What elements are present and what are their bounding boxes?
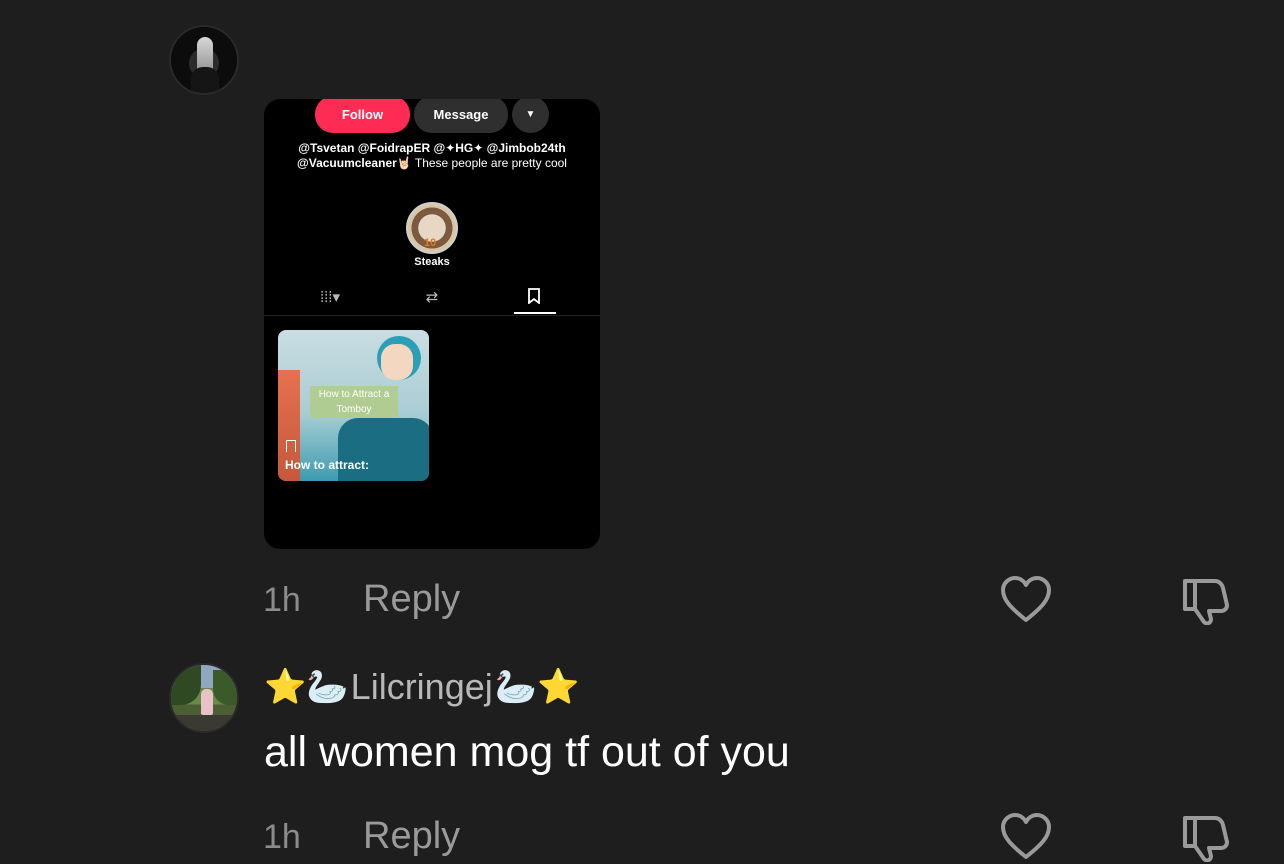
avatar-person — [201, 689, 213, 715]
bio-text: These people are pretty cool — [414, 156, 567, 170]
avatar-tree-left — [171, 665, 201, 705]
thumb-caption: How to attract: — [285, 458, 369, 472]
reply-button[interactable]: Reply — [363, 578, 460, 621]
dropdown-arrow-icon: ▼ — [512, 99, 549, 133]
tab-active-underline — [514, 312, 556, 314]
username-text: Lilcringej — [350, 666, 493, 707]
username-emoji-suffix: 🦢⭐ — [494, 668, 580, 706]
comment-timestamp: 1h — [263, 581, 301, 619]
username-emoji-prefix: ⭐🦢 — [264, 668, 349, 706]
thumb-title: How to Attract a Tomboy — [310, 386, 398, 418]
comment-text: all women mog tf out of you — [264, 728, 790, 776]
highlight-label: Steaks — [414, 256, 450, 268]
heart-icon[interactable] — [999, 575, 1053, 625]
avatar-tree-right — [213, 670, 237, 705]
dislike-icon[interactable] — [1179, 575, 1233, 625]
commenter-username[interactable]: ⭐🦢 Lilcringej 🦢⭐ — [264, 666, 579, 708]
comment-image[interactable]: Follow Message ▼ @Tsvetan @FoidrapER @✦H… — [264, 99, 600, 549]
thumb-face — [381, 344, 413, 380]
commenter-avatar[interactable] — [169, 663, 239, 733]
rock-hand-emoji: 🤘🏻 — [396, 156, 412, 170]
heart-icon[interactable] — [999, 812, 1053, 862]
message-button: Message — [414, 99, 508, 133]
avatar-figure-body — [191, 67, 219, 93]
highlight-number: 10 — [424, 237, 437, 249]
avatar-ground — [171, 715, 237, 731]
bookmark-icon — [514, 288, 554, 308]
reply-button[interactable]: Reply — [363, 815, 460, 858]
comment-timestamp: 1h — [263, 818, 301, 856]
videos-grid-icon: ⁞⁞⁞▾ — [319, 289, 341, 306]
collection-icon — [286, 440, 296, 452]
dislike-icon[interactable] — [1179, 812, 1233, 862]
commenter-avatar[interactable] — [169, 25, 239, 95]
repost-icon: ⇄ — [425, 289, 439, 306]
video-thumbnail: How to Attract a Tomboy How to attract: — [278, 330, 429, 481]
follow-button: Follow — [315, 99, 410, 133]
profile-bio: @Tsvetan @FoidrapER @✦HG✦ @Jimbob24th @V… — [284, 141, 580, 171]
